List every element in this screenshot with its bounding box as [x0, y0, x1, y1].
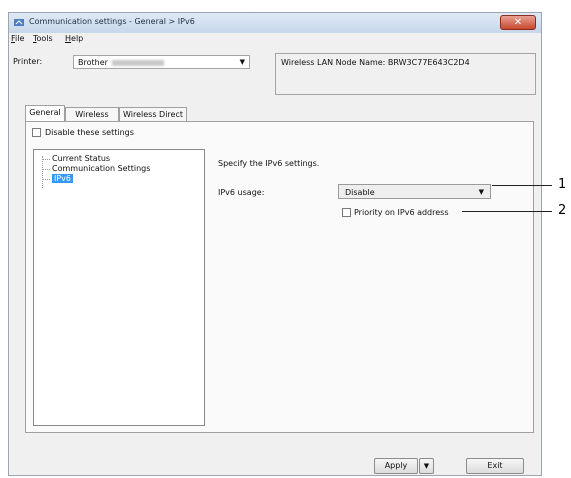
disable-settings-label: Disable these settings	[45, 128, 134, 137]
apply-dropdown-button[interactable]: ▼	[419, 458, 434, 474]
menu-tools[interactable]: Tools	[33, 34, 53, 43]
ipv6-description: Specify the IPv6 settings.	[218, 159, 320, 168]
tree-item-ipv6[interactable]: IPv6	[52, 174, 74, 183]
tab-general[interactable]: General	[25, 105, 65, 122]
chevron-down-icon: ▼	[423, 462, 430, 470]
priority-ipv6-label: Priority on IPv6 address	[354, 208, 449, 217]
close-button[interactable]: ✕	[500, 15, 536, 30]
apply-button[interactable]: Apply	[374, 458, 418, 474]
tab-wireless-direct[interactable]: Wireless Direct	[119, 107, 187, 122]
window-title: Communication settings - General > IPv6	[29, 17, 195, 26]
menu-bar: File Tools Help	[9, 33, 541, 47]
settings-tree: Current Status Communication Settings IP…	[33, 149, 205, 426]
printer-label: Printer:	[13, 57, 43, 66]
close-icon: ✕	[513, 17, 523, 28]
tree-branch	[42, 169, 50, 170]
exit-button[interactable]: Exit	[466, 458, 524, 474]
app-icon	[14, 19, 24, 26]
node-name-box: Wireless LAN Node Name: BRW3C77E643C2D4	[275, 53, 536, 95]
callout-line-1	[492, 185, 552, 186]
chevron-down-icon: ▼	[478, 188, 484, 196]
chevron-down-icon: ▼	[239, 58, 245, 66]
ipv6-usage-label: IPv6 usage:	[218, 188, 265, 197]
tree-item-current-status[interactable]: Current Status	[52, 154, 110, 163]
title-bar: Communication settings - General > IPv6 …	[9, 13, 541, 33]
menu-help[interactable]: Help	[65, 34, 83, 43]
printer-value: Brother	[78, 58, 108, 67]
ipv6-usage-select[interactable]: Disable ▼	[338, 184, 491, 199]
menu-file[interactable]: File	[11, 34, 24, 43]
node-name-text: Wireless LAN Node Name: BRW3C77E643C2D4	[281, 58, 470, 67]
printer-select[interactable]: Brother ▼	[73, 55, 250, 69]
printer-model-redacted	[111, 59, 164, 66]
ipv6-usage-value: Disable	[345, 188, 375, 197]
tab-wireless-lan[interactable]: Wireless LAN	[65, 107, 119, 133]
disable-settings-checkbox[interactable]	[32, 128, 41, 137]
callout-line-2	[462, 211, 552, 212]
callout-number-1: 1	[558, 177, 567, 192]
tree-item-communication-settings[interactable]: Communication Settings	[52, 164, 150, 173]
callout-number-2: 2	[558, 203, 567, 218]
communication-settings-window: Communication settings - General > IPv6 …	[8, 12, 542, 476]
tree-connector	[42, 156, 44, 188]
priority-ipv6-checkbox[interactable]	[342, 208, 351, 217]
tree-branch	[42, 179, 50, 180]
tree-branch	[42, 159, 50, 160]
